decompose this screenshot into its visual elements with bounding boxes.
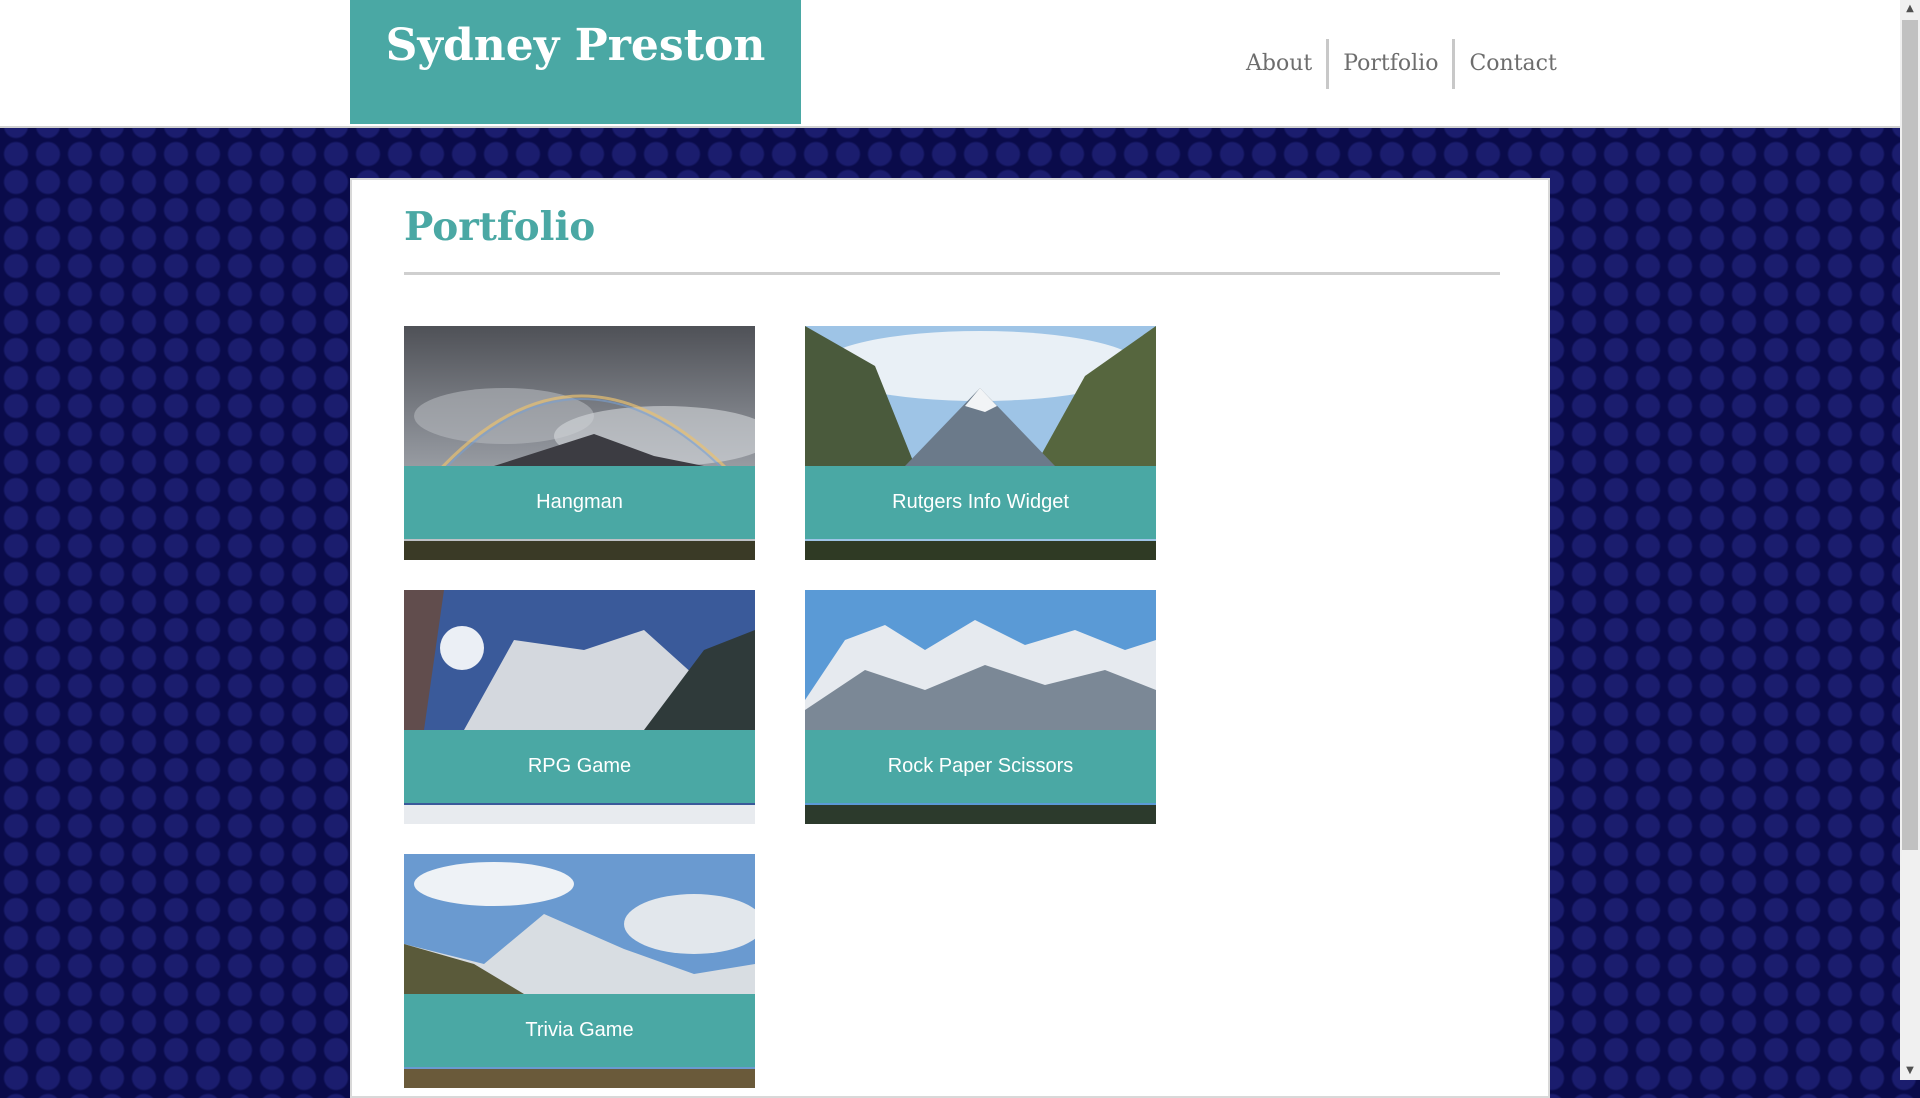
title-divider (404, 272, 1500, 275)
project-card-label: Hangman (404, 466, 755, 539)
project-card-label: RPG Game (404, 730, 755, 803)
portfolio-panel: Portfolio Hangman Rutgers Info Widget RP… (350, 178, 1550, 1098)
project-card-trivia-game[interactable]: Trivia Game (404, 854, 755, 1088)
project-card-label: Trivia Game (404, 994, 755, 1067)
project-card-hangman[interactable]: Hangman (404, 326, 755, 560)
project-card-label: Rock Paper Scissors (805, 730, 1156, 803)
scroll-up-arrow-icon[interactable]: ▲ (1900, 0, 1920, 18)
site-header: Sydney Preston About Portfolio Contact (0, 0, 1900, 128)
scroll-down-arrow-icon[interactable]: ▼ (1900, 1062, 1920, 1080)
project-card-label: Rutgers Info Widget (805, 466, 1156, 539)
project-card-rutgers-info-widget[interactable]: Rutgers Info Widget (805, 326, 1156, 560)
nav-link-about[interactable]: About (1232, 38, 1326, 90)
site-brand[interactable]: Sydney Preston (350, 0, 801, 124)
nav-link-contact[interactable]: Contact (1455, 38, 1570, 90)
nav-link-portfolio[interactable]: Portfolio (1329, 38, 1452, 90)
scrollbar-thumb[interactable] (1902, 20, 1918, 850)
page-title: Portfolio (404, 204, 596, 250)
vertical-scrollbar[interactable]: ▲ ▼ (1900, 0, 1920, 1080)
project-card-rpg-game[interactable]: RPG Game (404, 590, 755, 824)
project-card-rock-paper-scissors[interactable]: Rock Paper Scissors (805, 590, 1156, 824)
main-nav: About Portfolio Contact (1232, 38, 1571, 90)
